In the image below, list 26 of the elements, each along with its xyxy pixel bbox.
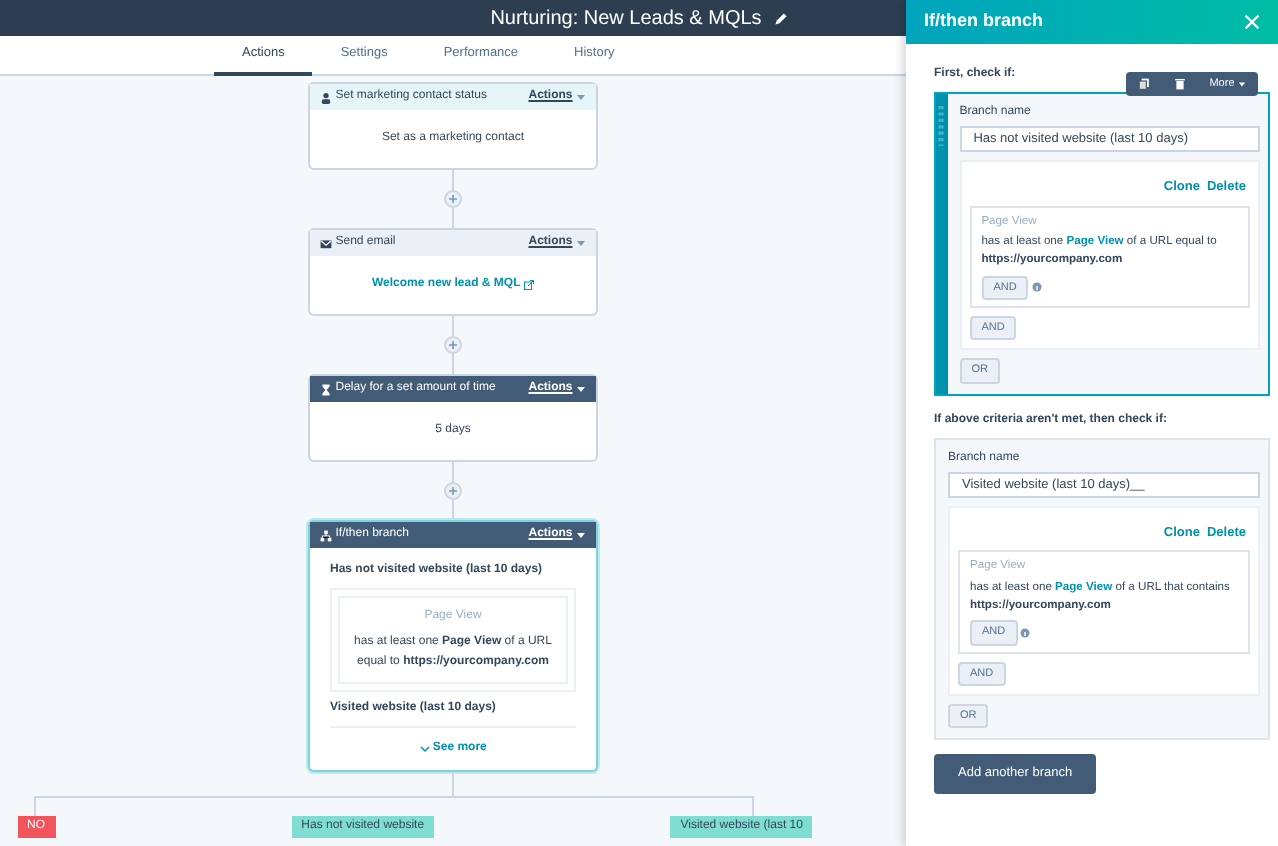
caret-icon xyxy=(576,92,586,102)
caret-icon xyxy=(576,384,586,394)
close-icon xyxy=(1244,14,1260,30)
close-button[interactable] xyxy=(1244,14,1260,30)
trash-icon xyxy=(1173,78,1186,90)
add-step-button[interactable] xyxy=(444,190,462,208)
workflow-title: Nurturing: New Leads & MQLs xyxy=(490,5,762,33)
person-icon xyxy=(320,91,332,103)
copy-icon xyxy=(1137,78,1150,90)
plus-icon xyxy=(448,194,458,204)
branch-icon xyxy=(320,529,332,541)
caret-icon xyxy=(576,530,586,540)
hourglass-icon xyxy=(320,383,332,395)
external-link-icon xyxy=(524,280,534,290)
plus-icon xyxy=(448,486,458,496)
caret-icon xyxy=(576,238,586,248)
panel-title: If/then branch xyxy=(924,8,1044,35)
pencil-icon xyxy=(773,11,788,25)
caret-icon xyxy=(1238,80,1246,88)
info-icon xyxy=(1020,628,1031,638)
add-step-button[interactable] xyxy=(444,482,462,500)
plus-icon xyxy=(448,340,458,350)
add-step-button[interactable] xyxy=(444,336,462,354)
envelope-icon xyxy=(320,237,332,249)
info-icon xyxy=(1032,282,1043,293)
chevron-down-icon xyxy=(419,744,430,755)
